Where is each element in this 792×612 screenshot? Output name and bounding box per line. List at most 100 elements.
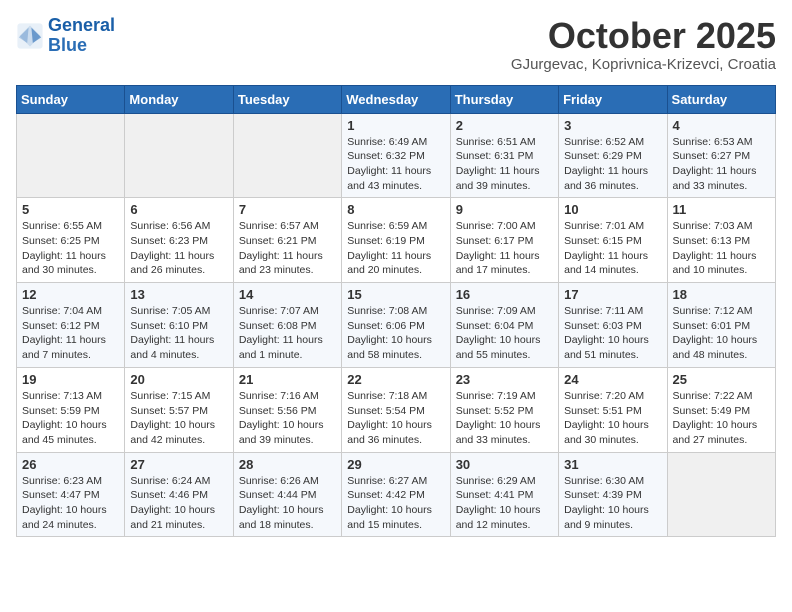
day-number: 27 bbox=[130, 457, 227, 472]
day-info: Sunrise: 7:09 AM Sunset: 6:04 PM Dayligh… bbox=[456, 304, 553, 363]
day-number: 11 bbox=[673, 202, 770, 217]
day-number: 15 bbox=[347, 287, 444, 302]
calendar-cell: 13Sunrise: 7:05 AM Sunset: 6:10 PM Dayli… bbox=[125, 283, 233, 368]
calendar-cell: 3 Sunrise: 6:52 AM Sunset: 6:29 PM Daylig… bbox=[559, 113, 667, 198]
day-number: 23 bbox=[456, 372, 553, 387]
calendar-cell: 8 Sunrise: 6:59 AM Sunset: 6:19 PM Daylig… bbox=[342, 198, 450, 283]
day-number: 8 bbox=[347, 202, 444, 217]
day-info: Sunrise: 6:27 AM Sunset: 4:42 PM Dayligh… bbox=[347, 474, 444, 533]
calendar-cell: 19Sunrise: 7:13 AM Sunset: 5:59 PM Dayli… bbox=[17, 367, 125, 452]
day-info: Sunrise: 6:52 AM Sunset: 6:29 PM Dayligh… bbox=[564, 135, 661, 194]
weekday-header: Saturday bbox=[667, 85, 775, 113]
day-info: Sunrise: 7:04 AM Sunset: 6:12 PM Dayligh… bbox=[22, 304, 119, 363]
calendar-cell: 15 Sunrise: 7:08 AM Sunset: 6:06 PM Dayli… bbox=[342, 283, 450, 368]
weekday-header: Sunday bbox=[17, 85, 125, 113]
calendar-week-row: 26Sunrise: 6:23 AM Sunset: 4:47 PM Dayli… bbox=[17, 452, 776, 537]
logo: GeneralBlue bbox=[16, 16, 115, 56]
calendar-table: SundayMondayTuesdayWednesdayThursdayFrid… bbox=[16, 85, 776, 538]
day-number: 18 bbox=[673, 287, 770, 302]
day-number: 30 bbox=[456, 457, 553, 472]
calendar-cell: 16 Sunrise: 7:09 AM Sunset: 6:04 PM Dayli… bbox=[450, 283, 558, 368]
day-info: Sunrise: 7:16 AM Sunset: 5:56 PM Dayligh… bbox=[239, 389, 336, 448]
logo-icon bbox=[16, 22, 44, 50]
calendar-week-row: 12 Sunrise: 7:04 AM Sunset: 6:12 PM Dayli… bbox=[17, 283, 776, 368]
day-number: 21 bbox=[239, 372, 336, 387]
day-number: 28 bbox=[239, 457, 336, 472]
calendar-cell: 11 Sunrise: 7:03 AM Sunset: 6:13 PM Dayli… bbox=[667, 198, 775, 283]
calendar-cell: 27Sunrise: 6:24 AM Sunset: 4:46 PM Dayli… bbox=[125, 452, 233, 537]
calendar-cell: 14 Sunrise: 7:07 AM Sunset: 6:08 PM Dayli… bbox=[233, 283, 341, 368]
calendar-cell: 22 Sunrise: 7:18 AM Sunset: 5:54 PM Dayli… bbox=[342, 367, 450, 452]
calendar-cell: 6 Sunrise: 6:56 AM Sunset: 6:23 PM Daylig… bbox=[125, 198, 233, 283]
weekday-header: Wednesday bbox=[342, 85, 450, 113]
day-number: 16 bbox=[456, 287, 553, 302]
calendar-cell: 4Sunrise: 6:53 AM Sunset: 6:27 PM Daylig… bbox=[667, 113, 775, 198]
title-section: October 2025 GJurgevac, Koprivnica-Krize… bbox=[511, 16, 776, 73]
day-number: 24 bbox=[564, 372, 661, 387]
day-info: Sunrise: 7:01 AM Sunset: 6:15 PM Dayligh… bbox=[564, 219, 661, 278]
calendar-cell: 5 Sunrise: 6:55 AM Sunset: 6:25 PM Daylig… bbox=[17, 198, 125, 283]
day-info: Sunrise: 6:51 AM Sunset: 6:31 PM Dayligh… bbox=[456, 135, 553, 194]
calendar-cell: 20Sunrise: 7:15 AM Sunset: 5:57 PM Dayli… bbox=[125, 367, 233, 452]
day-info: Sunrise: 6:55 AM Sunset: 6:25 PM Dayligh… bbox=[22, 219, 119, 278]
day-info: Sunrise: 7:19 AM Sunset: 5:52 PM Dayligh… bbox=[456, 389, 553, 448]
calendar-cell: 31Sunrise: 6:30 AM Sunset: 4:39 PM Dayli… bbox=[559, 452, 667, 537]
calendar-cell: 29 Sunrise: 6:27 AM Sunset: 4:42 PM Dayli… bbox=[342, 452, 450, 537]
header-row: SundayMondayTuesdayWednesdayThursdayFrid… bbox=[17, 85, 776, 113]
calendar-cell: 7Sunrise: 6:57 AM Sunset: 6:21 PM Daylig… bbox=[233, 198, 341, 283]
calendar-cell: 26Sunrise: 6:23 AM Sunset: 4:47 PM Dayli… bbox=[17, 452, 125, 537]
calendar-cell: 18 Sunrise: 7:12 AM Sunset: 6:01 PM Dayli… bbox=[667, 283, 775, 368]
day-info: Sunrise: 7:12 AM Sunset: 6:01 PM Dayligh… bbox=[673, 304, 770, 363]
weekday-header: Thursday bbox=[450, 85, 558, 113]
calendar-cell: 21 Sunrise: 7:16 AM Sunset: 5:56 PM Dayli… bbox=[233, 367, 341, 452]
calendar-cell: 9 Sunrise: 7:00 AM Sunset: 6:17 PM Daylig… bbox=[450, 198, 558, 283]
day-number: 7 bbox=[239, 202, 336, 217]
calendar-cell: 30 Sunrise: 6:29 AM Sunset: 4:41 PM Dayli… bbox=[450, 452, 558, 537]
calendar-cell bbox=[17, 113, 125, 198]
day-info: Sunrise: 7:22 AM Sunset: 5:49 PM Dayligh… bbox=[673, 389, 770, 448]
calendar-cell bbox=[233, 113, 341, 198]
day-number: 3 bbox=[564, 118, 661, 133]
day-info: Sunrise: 6:30 AM Sunset: 4:39 PM Dayligh… bbox=[564, 474, 661, 533]
day-number: 22 bbox=[347, 372, 444, 387]
day-info: Sunrise: 7:18 AM Sunset: 5:54 PM Dayligh… bbox=[347, 389, 444, 448]
day-number: 13 bbox=[130, 287, 227, 302]
day-number: 26 bbox=[22, 457, 119, 472]
day-number: 2 bbox=[456, 118, 553, 133]
calendar-cell: 24 Sunrise: 7:20 AM Sunset: 5:51 PM Dayli… bbox=[559, 367, 667, 452]
day-info: Sunrise: 6:56 AM Sunset: 6:23 PM Dayligh… bbox=[130, 219, 227, 278]
day-number: 9 bbox=[456, 202, 553, 217]
weekday-header: Tuesday bbox=[233, 85, 341, 113]
calendar-week-row: 1 Sunrise: 6:49 AM Sunset: 6:32 PM Daylig… bbox=[17, 113, 776, 198]
day-number: 5 bbox=[22, 202, 119, 217]
day-number: 29 bbox=[347, 457, 444, 472]
day-info: Sunrise: 7:07 AM Sunset: 6:08 PM Dayligh… bbox=[239, 304, 336, 363]
day-number: 12 bbox=[22, 287, 119, 302]
day-info: Sunrise: 6:29 AM Sunset: 4:41 PM Dayligh… bbox=[456, 474, 553, 533]
day-info: Sunrise: 6:26 AM Sunset: 4:44 PM Dayligh… bbox=[239, 474, 336, 533]
day-info: Sunrise: 6:59 AM Sunset: 6:19 PM Dayligh… bbox=[347, 219, 444, 278]
calendar-cell bbox=[125, 113, 233, 198]
day-number: 14 bbox=[239, 287, 336, 302]
day-info: Sunrise: 6:49 AM Sunset: 6:32 PM Dayligh… bbox=[347, 135, 444, 194]
day-number: 1 bbox=[347, 118, 444, 133]
calendar-header: SundayMondayTuesdayWednesdayThursdayFrid… bbox=[17, 85, 776, 113]
calendar-body: 1 Sunrise: 6:49 AM Sunset: 6:32 PM Daylig… bbox=[17, 113, 776, 537]
day-number: 6 bbox=[130, 202, 227, 217]
day-info: Sunrise: 7:03 AM Sunset: 6:13 PM Dayligh… bbox=[673, 219, 770, 278]
calendar-cell: 1 Sunrise: 6:49 AM Sunset: 6:32 PM Daylig… bbox=[342, 113, 450, 198]
day-info: Sunrise: 7:20 AM Sunset: 5:51 PM Dayligh… bbox=[564, 389, 661, 448]
day-number: 4 bbox=[673, 118, 770, 133]
day-info: Sunrise: 7:00 AM Sunset: 6:17 PM Dayligh… bbox=[456, 219, 553, 278]
day-info: Sunrise: 7:11 AM Sunset: 6:03 PM Dayligh… bbox=[564, 304, 661, 363]
day-info: Sunrise: 7:08 AM Sunset: 6:06 PM Dayligh… bbox=[347, 304, 444, 363]
weekday-header: Monday bbox=[125, 85, 233, 113]
weekday-header: Friday bbox=[559, 85, 667, 113]
calendar-title: October 2025 bbox=[511, 16, 776, 56]
calendar-cell: 25Sunrise: 7:22 AM Sunset: 5:49 PM Dayli… bbox=[667, 367, 775, 452]
calendar-cell bbox=[667, 452, 775, 537]
calendar-cell: 23 Sunrise: 7:19 AM Sunset: 5:52 PM Dayli… bbox=[450, 367, 558, 452]
calendar-week-row: 5 Sunrise: 6:55 AM Sunset: 6:25 PM Daylig… bbox=[17, 198, 776, 283]
day-number: 17 bbox=[564, 287, 661, 302]
calendar-cell: 12 Sunrise: 7:04 AM Sunset: 6:12 PM Dayli… bbox=[17, 283, 125, 368]
